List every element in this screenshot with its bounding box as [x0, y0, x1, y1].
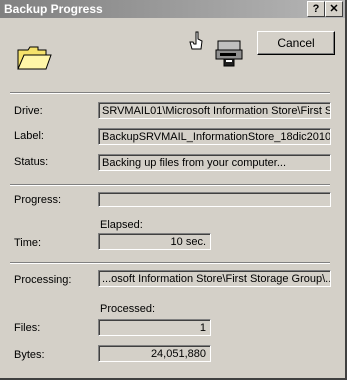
- drive-label: Drive:: [14, 105, 43, 117]
- separator: [10, 184, 330, 186]
- drive-field: SRVMAIL01\Microsoft Information Store\Fi…: [98, 102, 331, 119]
- time-field: 10 sec.: [98, 233, 211, 250]
- time-label: Time:: [14, 237, 42, 249]
- progress-bar: [98, 192, 331, 207]
- files-label: Files:: [14, 322, 41, 334]
- hand-pointer-icon: [189, 31, 203, 50]
- bytes-field: 24,051,880: [98, 345, 211, 362]
- backup-progress-dialog: Backup Progress ? ✕ Cancel Drive: SRVMAI…: [0, 0, 347, 380]
- bytes-label: Bytes:: [14, 349, 45, 361]
- help-button[interactable]: ?: [307, 1, 325, 17]
- elapsed-label: Elapsed:: [100, 219, 143, 231]
- processing-label: Processing:: [14, 274, 72, 286]
- cancel-button[interactable]: Cancel: [257, 31, 335, 55]
- processing-field: ...osoft Information Store\First Storage…: [98, 270, 331, 287]
- separator: [10, 262, 330, 264]
- status-field: Backing up files from your computer...: [98, 154, 331, 171]
- title-bar: Backup Progress ? ✕: [0, 0, 345, 18]
- status-label: Status:: [14, 156, 49, 168]
- folder-icon: [17, 46, 52, 70]
- label-field: BackupSRVMAIL_InformationStore_18dic2010…: [98, 128, 331, 145]
- close-button[interactable]: ✕: [325, 1, 343, 17]
- files-field: 1: [98, 319, 211, 336]
- progress-label: Progress:: [14, 194, 62, 206]
- window-title: Backup Progress: [4, 2, 103, 16]
- tape-drive-icon: [215, 40, 243, 67]
- processed-label: Processed:: [100, 303, 156, 315]
- label-label: Label:: [14, 130, 44, 142]
- separator: [10, 92, 330, 94]
